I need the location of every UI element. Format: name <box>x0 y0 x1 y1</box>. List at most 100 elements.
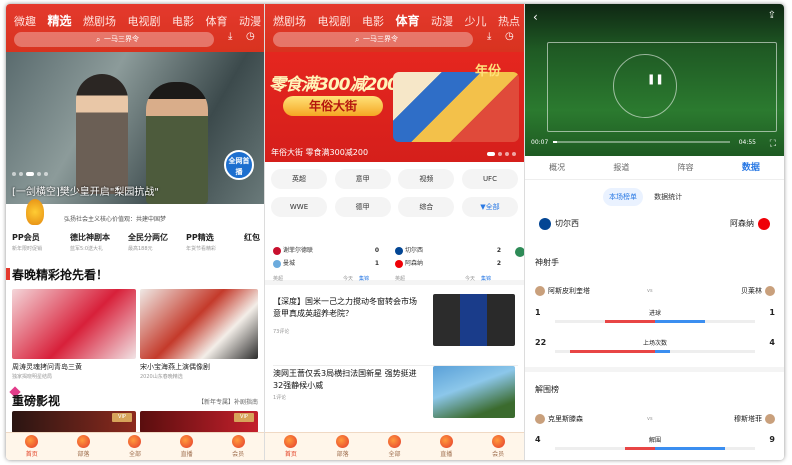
news-title[interactable]: 澳网王蔷仅丢3局横扫法国新星 强势挺进32强静候小威 <box>273 368 423 392</box>
progress-bar[interactable] <box>553 141 730 143</box>
news-thumbnail[interactable] <box>433 294 515 346</box>
search-placeholder: 一马三界令 <box>363 35 398 43</box>
bottom-nav: 首页 部落 全部 直播 会员 <box>6 432 264 460</box>
channel-tab[interactable]: 燃剧场 <box>83 13 116 29</box>
channel-tab[interactable]: 体育 <box>206 13 228 29</box>
nav-home[interactable]: 首页 <box>284 435 298 458</box>
section-title: 神射手 <box>535 258 559 267</box>
channel-tab-active[interactable]: 体育 <box>396 12 420 29</box>
category-tag[interactable]: 视频 <box>398 169 455 189</box>
channel-tab[interactable]: 少儿 <box>465 13 487 29</box>
search-input[interactable]: ⌕ 一马三界令 <box>273 32 473 47</box>
category-tag[interactable]: UFC <box>461 169 518 189</box>
segment-stats[interactable]: 数据统计 <box>648 188 688 206</box>
nav-live[interactable]: 直播 <box>439 435 453 458</box>
channel-tab[interactable]: 微趣 <box>14 13 36 29</box>
search-placeholder: 一马三界令 <box>104 35 139 43</box>
history-icon[interactable]: ◷ <box>246 31 255 42</box>
tribe-icon <box>76 435 90 448</box>
tab-overview[interactable]: 概况 <box>549 156 565 179</box>
news-item[interactable]: 澳网王蔷仅丢3局横扫法国新星 强势挺进32强静候小威 1评论 <box>273 366 518 438</box>
all-categories-button[interactable]: ▼全部 <box>461 197 518 217</box>
match-card[interactable]: 谢菲尔德联 0 曼城 1 英超 今天 集锦 <box>265 243 383 283</box>
slogan-text: 弘扬社会主义核心价值观：共建中国梦 <box>64 216 167 223</box>
quick-entry[interactable]: 德比神剧本 蓝军5:0送大礼 <box>64 232 122 258</box>
home-team: 切尔西 <box>535 217 579 231</box>
score-strip: 谢菲尔德联 0 曼城 1 英超 今天 集锦 切尔西 2 阿森纳 2 英超 今天 集锦 <box>265 239 524 285</box>
match-card[interactable]: 切尔西 2 阿森纳 2 英超 今天 集锦 <box>387 243 505 283</box>
category-tag[interactable]: 英超 <box>271 169 327 189</box>
channel-tab[interactable]: 电影 <box>362 13 384 29</box>
video-player[interactable]: ‹ ⇪ ❚❚ 00:07 04:55 ⛶ <box>525 4 784 156</box>
hero-banner[interactable]: 全网首播 [一剑横空]樊少皇开启"梨园抗战" <box>6 52 264 204</box>
category-tag[interactable]: 意甲 <box>334 169 391 189</box>
channel-nav: 燃剧场 电视剧 电影 体育 动漫 少儿 热点 <box>265 12 524 30</box>
channel-tab[interactable]: 电视剧 <box>318 13 351 29</box>
section-title: 春晚精彩抢先看！ <box>12 268 109 282</box>
quick-entry[interactable]: 全民分两亿 最高188元 <box>122 232 180 258</box>
top-bar: 微趣 精选 燃剧场 电视剧 电影 体育 动漫 ⌕ 一马三界令 ⤓ ◷ <box>6 4 264 52</box>
chelsea-logo-icon <box>539 217 551 230</box>
match-meta: 英超 今天 集锦 <box>273 276 370 282</box>
channel-tab[interactable]: 动漫 <box>431 13 453 29</box>
news-item[interactable]: 【深度】国米一己之力搅动冬窗转会市场 意甲真成英超养老院？ 73评论 <box>273 294 518 366</box>
quick-entry[interactable]: PP精选 年货节看精彩 <box>180 232 238 258</box>
quick-entry[interactable]: PP会员 新年限时促销 <box>6 232 64 258</box>
tab-report[interactable]: 报道 <box>613 156 629 179</box>
video-subtitle: 独家揭晓明星结局 <box>12 374 53 380</box>
channel-tab-active[interactable]: 精选 <box>48 12 72 29</box>
channel-tab[interactable]: 动漫 <box>239 13 261 29</box>
avatar <box>535 286 545 296</box>
home-icon <box>284 435 298 448</box>
promo-banner[interactable]: 零食满300减200 年俗大街 年份 年俗大街 零食满300减200 <box>265 52 524 162</box>
share-icon[interactable]: ⇪ <box>768 10 776 21</box>
tab-data[interactable]: 数据 <box>742 156 760 179</box>
avatar <box>535 414 545 424</box>
search-input[interactable]: ⌕ 一马三界令 <box>14 32 214 47</box>
news-comments: 1评论 <box>273 395 287 401</box>
video-thumbnail[interactable]: VIP <box>140 411 258 433</box>
news-thumbnail[interactable] <box>433 366 515 418</box>
nav-member[interactable]: 会员 <box>231 435 245 458</box>
nav-all[interactable]: 全部 <box>387 435 401 458</box>
carousel-dots <box>487 152 516 156</box>
channel-tab[interactable]: 热点 <box>498 13 520 29</box>
video-thumbnail[interactable] <box>12 289 136 359</box>
home-icon <box>25 435 39 448</box>
fullscreen-icon[interactable]: ⛶ <box>770 139 776 149</box>
download-icon[interactable]: ⤓ <box>228 31 232 42</box>
category-tag[interactable]: 德甲 <box>334 197 391 217</box>
download-icon[interactable]: ⤓ <box>487 31 491 42</box>
back-icon[interactable]: ‹ <box>533 10 538 24</box>
video-thumbnail[interactable] <box>140 289 258 359</box>
home-bar <box>605 320 655 323</box>
nav-member[interactable]: 会员 <box>491 435 505 458</box>
quick-entry[interactable]: 红包 <box>238 232 264 258</box>
channel-tab[interactable]: 燃剧场 <box>273 13 306 29</box>
category-tags: 英超 意甲 视频 UFC <box>271 169 518 189</box>
nav-home[interactable]: 首页 <box>25 435 39 458</box>
pitch-center-circle <box>613 54 677 118</box>
nav-tribe[interactable]: 部落 <box>336 435 350 458</box>
video-thumbnail[interactable]: VIP <box>12 411 136 433</box>
news-title[interactable]: 【深度】国米一己之力搅动冬窗转会市场 意甲真成英超养老院？ <box>273 296 423 320</box>
category-tag[interactable]: 综合 <box>398 197 455 217</box>
banner-caption: 年俗大街 零食满300减200 <box>271 148 369 157</box>
category-tag[interactable]: WWE <box>271 197 327 217</box>
home-bar <box>570 350 655 353</box>
nav-live[interactable]: 直播 <box>180 435 194 458</box>
channel-tab[interactable]: 电视剧 <box>128 13 161 29</box>
carousel-dots <box>12 172 48 176</box>
history-icon[interactable]: ◷ <box>505 31 514 42</box>
video-title[interactable]: 宋小宝海燕上演偶像剧 <box>140 362 210 372</box>
detail-tabs: 概况 报道 阵容 数据 <box>525 156 784 180</box>
screenshot-frame: 微趣 精选 燃剧场 电视剧 电影 体育 动漫 ⌕ 一马三界令 ⤓ ◷ 全网首播 [… <box>6 4 784 460</box>
more-link[interactable]: 【新年专属】补剧指南 <box>198 397 258 406</box>
video-title[interactable]: 周涛灵魂拷问青岛三黄 <box>12 362 82 372</box>
nav-tribe[interactable]: 部落 <box>76 435 90 458</box>
segment-match-ranking[interactable]: 本场榜单 <box>603 188 643 206</box>
channel-tab[interactable]: 电影 <box>172 13 194 29</box>
tab-lineup[interactable]: 阵容 <box>678 156 694 179</box>
nav-all[interactable]: 全部 <box>128 435 142 458</box>
pause-icon[interactable]: ❚❚ <box>647 74 664 85</box>
